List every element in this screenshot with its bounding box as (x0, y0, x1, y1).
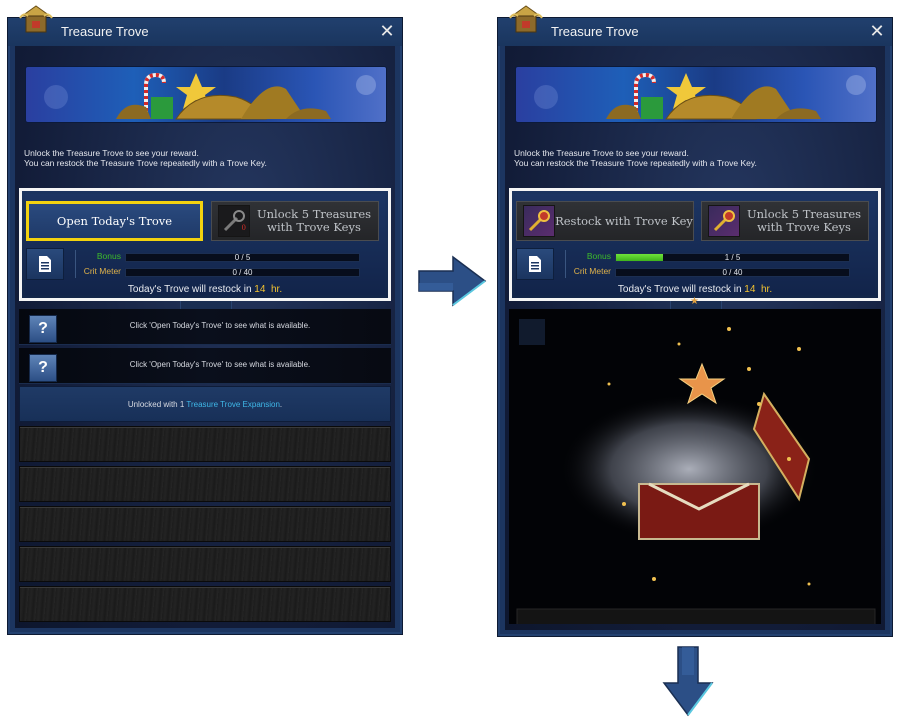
title-bar: Treasure Trove ✕ (8, 5, 402, 46)
chest-scene (516, 319, 876, 624)
holiday-banner (515, 66, 877, 123)
crit-meter: 0 / 40 (125, 268, 360, 277)
locked-slot (516, 608, 876, 624)
intro-text: Unlock the Treasure Trove to see your re… (514, 148, 757, 168)
chest-opening-animation (509, 309, 881, 624)
locked-slot (19, 466, 391, 502)
close-button[interactable]: ✕ (868, 22, 886, 40)
chest-body (638, 483, 760, 540)
arrow-right-icon (418, 255, 487, 307)
trove-key-icon (708, 205, 740, 237)
banner-art (534, 72, 866, 120)
restock-unit: hr. (270, 284, 283, 295)
locked-slot (19, 506, 391, 542)
trove-key-icon: 0 (218, 205, 250, 237)
crit-meter: 0 / 40 (615, 268, 850, 277)
treasure-pavilion-icon (19, 5, 53, 33)
treasure-trove-expansion-link[interactable]: Treasure Trove Expansion (186, 400, 280, 409)
unlock-5-treasures-button[interactable]: 0 Unlock 5 Treasures with Trove Keys (211, 201, 379, 241)
crit-meter-label: Crit Meter (573, 266, 611, 276)
expansion-prefix: Unlocked with 1 (127, 400, 187, 409)
trove-controls: Restock with Trove Key Unlock 5 Treasure… (509, 188, 881, 301)
bonus-label: Bonus (586, 251, 611, 261)
restock-hours: 14 (254, 284, 266, 295)
bonus-meter: 1 / 5 (615, 253, 850, 262)
expansion-suffix: . (279, 400, 283, 409)
restock-timer: Today's Trove will restock in 14 hr. (25, 284, 385, 295)
close-button[interactable]: ✕ (378, 22, 396, 40)
star-icon: ★ (690, 296, 699, 307)
intro-line-2: You can restock the Treasure Trove repea… (514, 158, 757, 168)
bonus-value: 0 / 5 (234, 253, 251, 262)
window-title: Treasure Trove (551, 24, 639, 39)
expansion-row: Unlocked with 1 Treasure Trove Expansion… (19, 386, 391, 422)
restock-unit: hr. (760, 284, 773, 295)
close-icon: ✕ (869, 21, 885, 41)
unlock-line-2: with Trove Keys (757, 220, 851, 234)
trove-key-icon (523, 205, 555, 237)
title-bar: Treasure Trove ✕ (498, 5, 892, 46)
open-todays-trove-button[interactable]: Open Today's Trove (26, 201, 203, 241)
restock-label: Restock with Trove Key (555, 213, 693, 228)
list-item-text: Click 'Open Today's Trove' to see what i… (129, 321, 311, 330)
holiday-banner (25, 66, 387, 123)
crit-value: 0 / 40 (722, 268, 743, 277)
intro-text: Unlock the Treasure Trove to see your re… (24, 148, 267, 168)
unlock-line-2: with Trove Keys (267, 220, 361, 234)
list-item-text: Click 'Open Today's Trove' to see what i… (129, 360, 311, 369)
close-icon: ✕ (379, 21, 395, 41)
expansion-text: Unlocked with 1 Treasure Trove Expansion… (20, 400, 390, 409)
window-title: Treasure Trove (61, 24, 149, 39)
bonus-label: Bonus (96, 251, 121, 261)
trove-controls: Open Today's Trove 0 Unlock 5 Treasures … (19, 188, 391, 301)
intro-line-1: Unlock the Treasure Trove to see your re… (24, 148, 199, 158)
restock-prefix: Today's Trove will restock in (127, 284, 255, 295)
locked-slot (19, 546, 391, 582)
bonus-value: 1 / 5 (724, 253, 741, 262)
arrow-down-icon (662, 646, 714, 717)
faded-unknown-icon (519, 319, 545, 345)
trove-window-after: Treasure Trove ✕ Unlock the Treasure Tro… (497, 5, 893, 637)
list-item[interactable]: ? Click 'Open Today's Trove' to see what… (19, 309, 391, 345)
restock-hours: 14 (744, 284, 756, 295)
restock-with-trove-key-button[interactable]: Restock with Trove Key (516, 201, 694, 241)
info-document-button[interactable] (26, 248, 64, 280)
open-todays-trove-label: Open Today's Trove (56, 213, 173, 228)
info-document-button[interactable] (516, 248, 554, 280)
locked-slot (19, 586, 391, 622)
document-icon (529, 256, 541, 272)
bonus-meter: 0 / 5 (125, 253, 360, 262)
trove-window-before: Treasure Trove ✕ Unlock the Treasure Tro… (7, 5, 403, 635)
unlock-5-treasures-button[interactable]: Unlock 5 Treasures with Trove Keys (701, 201, 869, 241)
intro-line-2: You can restock the Treasure Trove repea… (24, 158, 267, 168)
locked-slot (19, 426, 391, 462)
intro-line-1: Unlock the Treasure Trove to see your re… (514, 148, 689, 158)
treasure-pavilion-icon (509, 5, 543, 33)
key-count: 0 (241, 224, 246, 232)
list-item[interactable]: ? Click 'Open Today's Trove' to see what… (19, 348, 391, 384)
crit-value: 0 / 40 (232, 268, 253, 277)
trove-content: Unlock the Treasure Trove to see your re… (505, 46, 885, 630)
trove-content: Unlock the Treasure Trove to see your re… (15, 46, 395, 628)
restock-prefix: Today's Trove will restock in (617, 284, 745, 295)
crit-meter-label: Crit Meter (83, 266, 121, 276)
document-icon (39, 256, 51, 272)
banner-art (44, 72, 376, 120)
restock-timer: Today's Trove will restock in 14 hr. (515, 284, 875, 295)
